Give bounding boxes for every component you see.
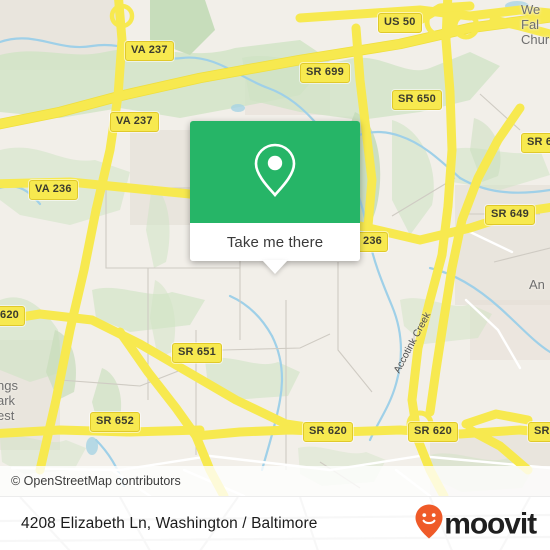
moovit-wordmark: moovit [444, 507, 537, 540]
road-shield-sr-6-bottom-right[interactable]: SR 6 [528, 422, 550, 442]
road-shield-sr-620-west[interactable]: SR 620 [303, 422, 353, 442]
footer-bar: 4208 Elizabeth Ln, Washington / Baltimor… [0, 496, 550, 550]
road-shield-sr-620-east[interactable]: SR 620 [408, 422, 458, 442]
attribution-bar: © OpenStreetMap contributors [0, 466, 550, 496]
road-shield-us-50[interactable]: US 50 [378, 13, 422, 33]
openstreetmap-attribution[interactable]: © OpenStreetMap contributors [0, 474, 181, 488]
road-shield-sr-6-right[interactable]: SR 6 [521, 133, 550, 153]
road-shield-sr-651[interactable]: SR 651 [172, 343, 222, 363]
callout-tail-icon [262, 260, 288, 274]
take-me-there-label: Take me there [226, 233, 324, 251]
callout-action[interactable]: Take me there [190, 223, 360, 274]
location-callout[interactable]: Take me there [190, 121, 360, 274]
road-shield-620-left[interactable]: 620 [0, 306, 25, 326]
callout-header [190, 121, 360, 223]
road-shield-va-236[interactable]: VA 236 [29, 180, 78, 200]
road-shield-sr-652[interactable]: SR 652 [90, 412, 140, 432]
place-label-west-falls-church: We Fal Chur [521, 2, 550, 47]
moovit-brand[interactable]: moovit [414, 504, 537, 545]
road-shield-sr-699[interactable]: SR 699 [300, 63, 350, 83]
place-label-annandale: An [529, 277, 545, 292]
location-title: 4208 Elizabeth Ln, Washington / Baltimor… [21, 515, 318, 532]
road-shield-va-237-south[interactable]: VA 237 [110, 112, 159, 132]
road-shield-sr-649[interactable]: SR 649 [485, 205, 535, 225]
map-pin-icon [251, 141, 299, 204]
moovit-pin-icon [414, 504, 444, 545]
map-canvas[interactable]: .park { fill: #cfe3c4; } .wood { fill: #… [0, 0, 550, 496]
place-label-kings-park-west: ngs ark est [0, 378, 18, 423]
road-shield-236-behind-callout[interactable]: 236 [357, 232, 388, 252]
map-screenshot: .park { fill: #cfe3c4; } .wood { fill: #… [0, 0, 550, 550]
road-shield-sr-650[interactable]: SR 650 [392, 90, 442, 110]
road-shield-va-237-north[interactable]: VA 237 [125, 41, 174, 61]
